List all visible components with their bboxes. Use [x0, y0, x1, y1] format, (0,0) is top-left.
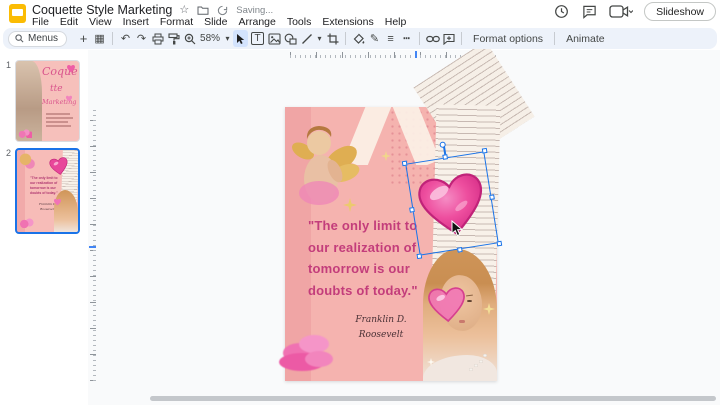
sparkle-icon — [427, 358, 435, 366]
horizontal-scrollbar[interactable] — [150, 396, 716, 401]
resize-handle-sw[interactable] — [416, 253, 423, 260]
menu-slide[interactable]: Slide — [203, 16, 228, 28]
insert-link-button[interactable] — [425, 30, 440, 47]
animate-button[interactable]: Animate — [560, 33, 611, 45]
insert-shape-button[interactable] — [283, 30, 298, 47]
redo-button[interactable]: ↷ — [134, 30, 149, 47]
toolbar: Menus + ▦ ↶ ↷ 58% ▾ T ▾ ✎ ≡ ┅ Format opt — [3, 28, 717, 49]
sparkle-icon — [483, 303, 495, 315]
meet-camera-icon[interactable] — [608, 3, 634, 21]
menu-extensions[interactable]: Extensions — [321, 16, 374, 28]
menu-format[interactable]: Format — [159, 16, 194, 28]
insert-line-button[interactable] — [299, 30, 314, 47]
slide-1-number: 1 — [6, 60, 12, 70]
version-history-icon[interactable] — [552, 3, 570, 21]
filmstrip-panel: 1 Coque tte Marketing 2 "The only limit … — [0, 50, 88, 405]
ruler-cursor-marker-v — [89, 246, 96, 248]
resize-handle-nw[interactable] — [401, 160, 408, 167]
pink-clouds-image[interactable] — [279, 327, 337, 375]
resize-handle-e[interactable] — [489, 194, 495, 201]
zoom-dropdown-icon[interactable]: ▾ — [223, 30, 232, 47]
thumb1-heart-icon — [67, 65, 75, 73]
undo-button[interactable]: ↶ — [118, 30, 133, 47]
fill-color-button[interactable] — [351, 30, 366, 47]
border-dash-button[interactable]: ┅ — [399, 30, 414, 47]
paint-format-button[interactable] — [166, 30, 181, 47]
menu-edit[interactable]: Edit — [59, 16, 79, 28]
zoom-icon[interactable] — [182, 30, 197, 47]
slide-canvas[interactable]: "The only limit to our realization of to… — [88, 40, 720, 405]
resize-handle-s[interactable] — [456, 247, 463, 253]
slide-page[interactable]: "The only limit to our realization of to… — [279, 40, 535, 381]
menus-pill-label: Menus — [28, 33, 59, 44]
text-box-tool[interactable]: T — [251, 32, 265, 45]
thumb2-woman — [54, 190, 78, 232]
crop-image-button[interactable] — [325, 30, 340, 47]
quote-attribution[interactable]: Franklin D. Roosevelt — [351, 313, 411, 343]
new-slide-button[interactable]: + — [76, 30, 91, 47]
menu-help[interactable]: Help — [384, 16, 408, 28]
menu-file[interactable]: File — [31, 16, 50, 28]
attribution-line-1: Franklin D. — [355, 315, 407, 325]
insert-image-button[interactable] — [267, 30, 282, 47]
select-tool[interactable] — [233, 30, 249, 47]
selection-border — [405, 151, 499, 256]
add-comment-button[interactable] — [441, 30, 456, 47]
slide-2-thumbnail[interactable]: "The only limit to our realization of to… — [15, 148, 80, 234]
menu-insert[interactable]: Insert — [122, 16, 150, 28]
eye-heart-image[interactable] — [424, 278, 469, 331]
star-icon[interactable]: ☆ — [179, 4, 189, 16]
format-options-button[interactable]: Format options — [467, 33, 549, 45]
thumb2-clouds — [19, 218, 34, 228]
border-color-button[interactable]: ✎ — [367, 30, 382, 47]
border-weight-button[interactable]: ≡ — [383, 30, 398, 47]
resize-handle-n[interactable] — [441, 154, 448, 160]
slideshow-button[interactable]: Slideshow — [644, 2, 716, 21]
menu-tools[interactable]: Tools — [286, 16, 313, 28]
resize-handle-w[interactable] — [409, 206, 415, 213]
sparkle-icon — [381, 151, 391, 161]
resize-handle-se[interactable] — [496, 240, 503, 247]
search-icon — [15, 34, 24, 43]
menu-bar: File Edit View Insert Format Slide Arran… — [31, 16, 407, 28]
menu-view[interactable]: View — [88, 16, 113, 28]
thumb1-heart-icon-2 — [65, 95, 73, 102]
comments-icon[interactable] — [580, 3, 598, 21]
resize-handle-ne[interactable] — [481, 147, 488, 154]
saving-status: Saving... — [236, 4, 274, 16]
print-button[interactable] — [150, 30, 165, 47]
zoom-level[interactable]: 58% — [198, 33, 222, 44]
thumb2-heart — [49, 157, 68, 175]
line-dropdown-icon[interactable]: ▾ — [315, 30, 324, 47]
thumb1-flowers — [18, 129, 32, 138]
slide-1-thumbnail[interactable]: Coque tte Marketing — [15, 60, 80, 142]
vertical-ruler — [90, 107, 96, 381]
slide-2-number: 2 — [6, 148, 12, 158]
slide-layouts-button[interactable]: ▦ — [92, 30, 107, 47]
thumb2-angel — [19, 153, 35, 171]
menu-arrange[interactable]: Arrange — [237, 16, 276, 28]
thumb2-eye-heart — [53, 198, 62, 206]
selected-heart-image[interactable] — [401, 141, 503, 260]
thumb1-title-part2: tte — [50, 84, 63, 94]
ruler-cursor-marker-h — [415, 51, 417, 58]
sparkle-icon — [343, 198, 357, 212]
title-bar: Coquette Style Marketing ☆ Saving... Fil… — [0, 0, 720, 28]
slides-logo-icon[interactable] — [9, 4, 26, 23]
attribution-line-2: Roosevelt — [358, 330, 404, 340]
mouse-cursor — [451, 220, 463, 237]
menus-search-pill[interactable]: Menus — [8, 30, 68, 47]
